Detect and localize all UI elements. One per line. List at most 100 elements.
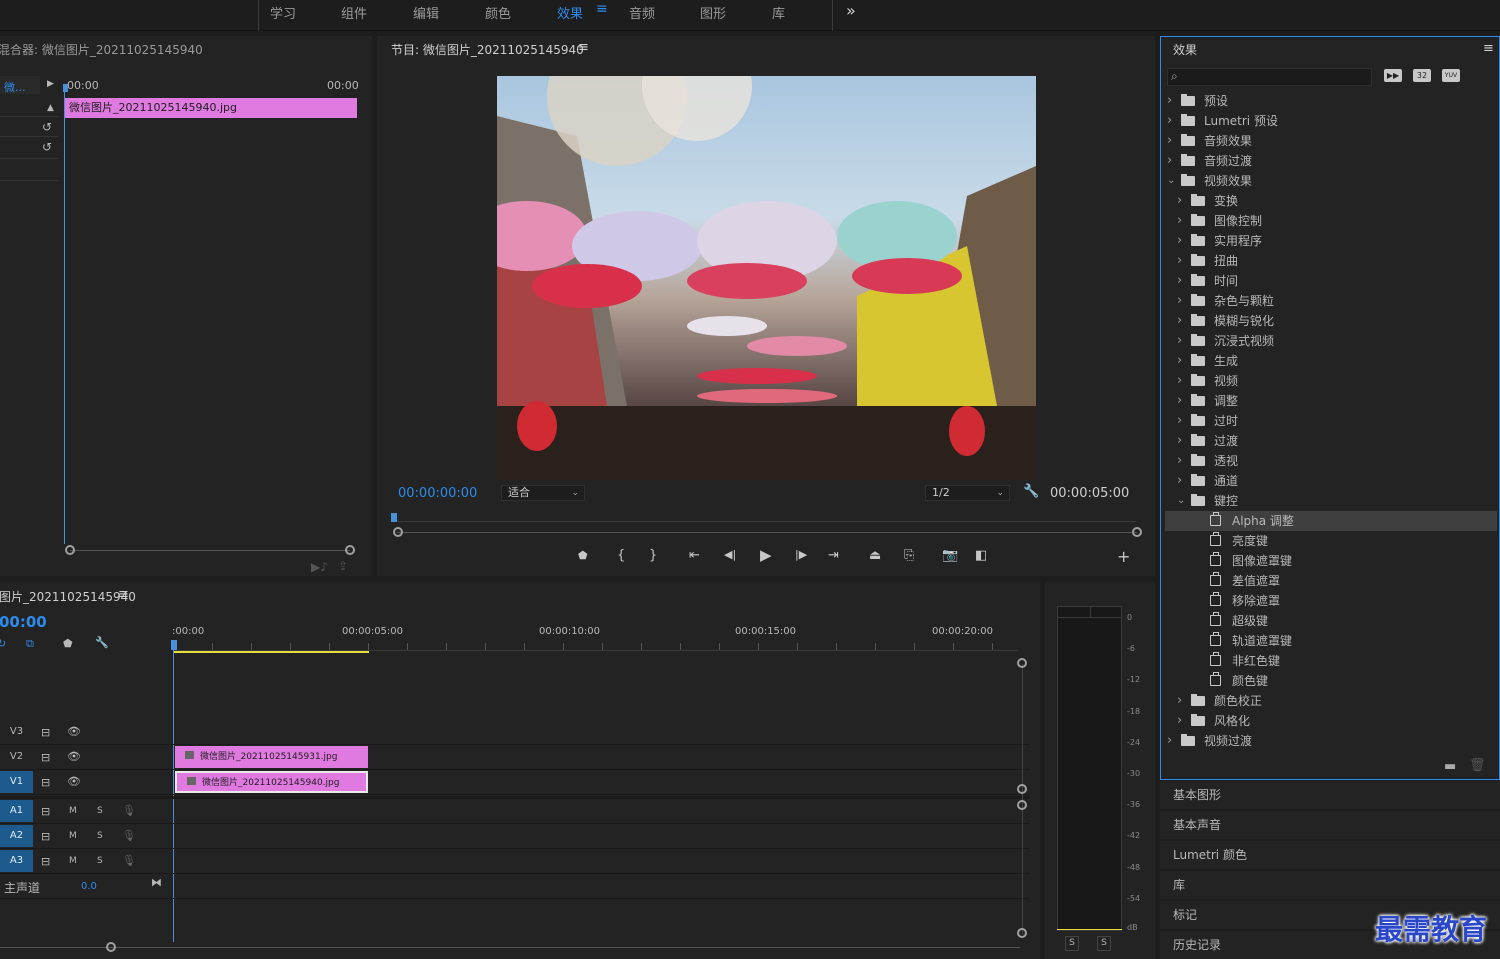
source-track-label[interactable]: 微...	[4, 79, 26, 95]
sync-toggle-icon[interactable]: ⊟	[41, 855, 50, 868]
chevron-right-icon[interactable]: ›	[1167, 151, 1172, 171]
effects-tree-item[interactable]: 差值遮罩	[1165, 571, 1497, 591]
effects-tree-item[interactable]: 颜色键	[1165, 671, 1497, 691]
timeline-h-scroll-handle[interactable]	[106, 942, 116, 952]
effects-search-input[interactable]: ⌕	[1167, 68, 1372, 86]
nest-icon[interactable]: ↻	[0, 637, 6, 650]
effects-tree-item[interactable]: 移除遮罩	[1165, 591, 1497, 611]
timeline-timecode[interactable]: 00:00	[0, 613, 47, 631]
effects-tree-item[interactable]: ⌄ 键控	[1165, 491, 1497, 511]
effects-tree-item[interactable]: 非红色键	[1165, 651, 1497, 671]
go-to-out-icon[interactable]: ⇥	[828, 548, 839, 563]
chevron-right-icon[interactable]: ›	[1177, 331, 1182, 351]
chevron-right-icon[interactable]: ›	[1167, 91, 1172, 111]
effects-tree-item[interactable]: › 音频过渡	[1165, 151, 1497, 171]
effects-tree-item[interactable]: › 过时	[1165, 411, 1497, 431]
master-volume-value[interactable]: 0.0	[81, 881, 97, 892]
chevron-right-icon[interactable]: ›	[1167, 131, 1172, 151]
panel-lumetri-color[interactable]: Lumetri 颜色	[1160, 841, 1500, 869]
compare-view-icon[interactable]: ◧	[975, 548, 987, 563]
effects-tree-item[interactable]: › 颜色校正	[1165, 691, 1497, 711]
mark-out-icon[interactable]: }	[649, 548, 657, 563]
reset-icon[interactable]: ↺	[42, 140, 52, 154]
camera-icon[interactable]: 📷	[942, 548, 958, 563]
program-zoom-handle-right[interactable]	[1132, 527, 1142, 537]
effects-tree-item[interactable]: 亮度键	[1165, 531, 1497, 551]
effects-tree-item[interactable]: › 预设	[1165, 91, 1497, 111]
program-menu-icon[interactable]: ≡	[578, 40, 589, 55]
effects-tree-item[interactable]: › 通道	[1165, 471, 1497, 491]
video-v-scroll-top[interactable]	[1017, 658, 1027, 668]
solo-button[interactable]: S	[97, 856, 103, 866]
source-zoom-handle-left[interactable]	[65, 545, 75, 555]
film-toggle-icon[interactable]: ⊟	[41, 776, 50, 789]
effects-tree-item[interactable]: 超级键	[1165, 611, 1497, 631]
microphone-icon[interactable]: 🎙	[122, 829, 136, 842]
mark-in-icon[interactable]: {	[617, 548, 625, 563]
wrench-icon[interactable]: 🔧	[1023, 484, 1039, 499]
workspace-tab-assembly[interactable]: 组件	[341, 3, 367, 22]
effects-menu-icon[interactable]: ≡	[1483, 41, 1494, 56]
chevron-right-icon[interactable]: ›	[1177, 231, 1182, 251]
track-label-v2[interactable]: V2	[0, 746, 33, 768]
program-playhead[interactable]	[391, 513, 397, 522]
chevron-right-icon[interactable]: ›	[1177, 291, 1182, 311]
step-back-icon[interactable]: ◀|	[724, 548, 736, 561]
effects-tree-item[interactable]: › 实用程序	[1165, 231, 1497, 251]
solo-button[interactable]: S	[97, 831, 103, 841]
audio-v-scroll-top[interactable]	[1017, 800, 1027, 810]
fit-dropdown[interactable]: 适合 ⌄	[501, 485, 585, 501]
video-v-scroll-bottom[interactable]	[1017, 784, 1027, 794]
effects-tree-item[interactable]: 图像遮罩键	[1165, 551, 1497, 571]
track-label-a3[interactable]: A3	[0, 850, 33, 872]
workspace-tab-graphics[interactable]: 图形	[700, 3, 726, 22]
chevron-right-icon[interactable]: ›	[1167, 111, 1172, 131]
workspace-tab-libraries[interactable]: 库	[772, 3, 785, 22]
workspace-tab-learn[interactable]: 学习	[270, 3, 296, 22]
eye-icon[interactable]: 👁	[67, 750, 81, 763]
program-timecode[interactable]: 00:00:00:00	[398, 486, 477, 501]
effects-tree-item[interactable]: › 调整	[1165, 391, 1497, 411]
chevron-right-icon[interactable]: ›	[1177, 411, 1182, 431]
sync-toggle-icon[interactable]: ⊟	[41, 830, 50, 843]
source-playhead[interactable]	[64, 88, 65, 544]
track-label-v1[interactable]: V1	[0, 771, 33, 793]
timeline-clip-v2[interactable]: 微信图片_20211025145931.jpg	[175, 746, 368, 768]
go-to-next-edit-icon[interactable]: ⧓	[151, 876, 162, 889]
microphone-icon[interactable]: 🎙	[122, 804, 136, 817]
chevron-right-icon[interactable]: ›	[1177, 451, 1182, 471]
timeline-clip-v1[interactable]: 微信图片_20211025145940.jpg	[175, 771, 368, 793]
work-area-bar[interactable]	[173, 651, 369, 653]
expand-triangle-icon[interactable]: ▶	[47, 79, 54, 89]
mute-button[interactable]: M	[69, 806, 77, 816]
effects-tree-item[interactable]: › 图像控制	[1165, 211, 1497, 231]
more-workspaces-icon[interactable]: »	[846, 1, 856, 20]
effects-tree-item[interactable]: › 扭曲	[1165, 251, 1497, 271]
panel-libraries[interactable]: 库	[1160, 871, 1500, 899]
effects-tree-item[interactable]: › 风格化	[1165, 711, 1497, 731]
effects-tree-item[interactable]: › 时间	[1165, 271, 1497, 291]
step-forward-icon[interactable]: |▶	[795, 548, 807, 561]
effects-tree-item[interactable]: › 透视	[1165, 451, 1497, 471]
effects-tree-item[interactable]: › 变换	[1165, 191, 1497, 211]
track-label-v3[interactable]: V3	[0, 721, 33, 743]
sync-toggle-icon[interactable]: ⊟	[41, 805, 50, 818]
program-scrub-ruler[interactable]	[394, 514, 1136, 522]
workspace-tab-editing[interactable]: 编辑	[413, 3, 439, 22]
film-toggle-icon[interactable]: ⊟	[41, 751, 50, 764]
quality-dropdown[interactable]: 1/2 ⌄	[925, 485, 1010, 501]
source-zoom-handle-right[interactable]	[345, 545, 355, 555]
chevron-right-icon[interactable]: ›	[1177, 711, 1182, 731]
audio-v-scroll-bottom[interactable]	[1017, 928, 1027, 938]
32bit-effects-badge[interactable]: 32	[1413, 69, 1431, 82]
effects-tree-item[interactable]: › 视频过渡	[1165, 731, 1497, 751]
effects-tree-item[interactable]: › 过渡	[1165, 431, 1497, 451]
mute-button[interactable]: M	[69, 831, 77, 841]
panel-essential-sound[interactable]: 基本声音	[1160, 811, 1500, 839]
chevron-right-icon[interactable]: ›	[1177, 251, 1182, 271]
effects-tree-item[interactable]: › 音频效果	[1165, 131, 1497, 151]
workspace-tab-effects[interactable]: 效果	[557, 3, 583, 22]
lift-icon[interactable]: ⏏	[869, 548, 881, 563]
effects-tree-item[interactable]: › 生成	[1165, 351, 1497, 371]
solo-left-button[interactable]: S	[1065, 936, 1079, 951]
